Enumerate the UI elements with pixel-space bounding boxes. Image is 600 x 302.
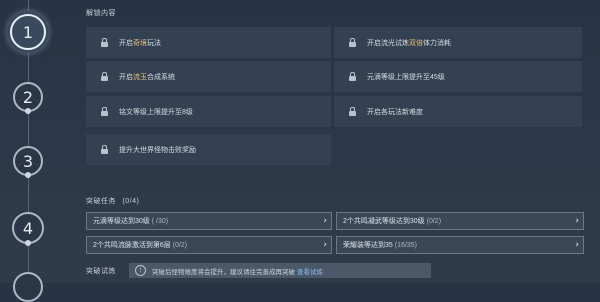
stage-number: 1 (22, 22, 34, 42)
unlock-item: 开启各玩法新难度 (334, 96, 582, 127)
lock-icon (348, 107, 357, 116)
unlock-item: 提升大世界怪物击败奖励 (86, 134, 331, 165)
stage-dot (25, 240, 31, 246)
trial-section-title: 突破试炼 (86, 268, 116, 275)
task-label: 荣耀装等达到35 (16/35) (343, 242, 417, 249)
unlock-item: 开启奇境玩法 (86, 27, 331, 58)
unlock-item: 铭文等级上限提升至8级 (86, 96, 331, 127)
unlock-text: 开启各玩法新难度 (367, 108, 423, 116)
unlock-text: 开启流玉合成系统 (119, 73, 175, 81)
lock-icon (100, 107, 109, 116)
main-panel: 解锁内容 开启奇境玩法 开启流光试炼双倍体力消耗 开启流玉合成系统 元滴等级上限… (80, 0, 600, 283)
task-item[interactable]: 荣耀装等达到35 (16/35) › (336, 236, 584, 254)
unlock-text: 开启流光试炼双倍体力消耗 (367, 39, 451, 47)
trial-hint-bar: ! 突破后怪物难度将会提升，建议请往完善成再突破 查看试炼 (129, 263, 431, 278)
info-icon: ! (135, 265, 146, 276)
stage-number: 3 (22, 151, 34, 171)
unlock-text: 提升大世界怪物击败奖励 (119, 146, 196, 154)
unlock-item: 元滴等级上限提升至45级 (334, 61, 582, 92)
unlock-text: 元滴等级上限提升至45级 (367, 73, 445, 81)
stage-node-4[interactable]: 4 (12, 212, 44, 246)
chevron-right-icon: › (323, 216, 327, 226)
chevron-right-icon: › (575, 216, 579, 226)
unlock-text: 铭文等级上限提升至8级 (119, 108, 193, 116)
task-label: 元滴等级达到30级 ( /30) (93, 218, 169, 225)
lock-icon (100, 38, 109, 47)
unlock-text: 开启奇境玩法 (119, 39, 161, 47)
lock-icon (100, 72, 109, 81)
task-item[interactable]: 元滴等级达到30级 ( /30) › (86, 212, 332, 230)
stage-node-5[interactable] (13, 272, 43, 302)
stage-number: 4 (22, 218, 34, 238)
stage-dot (25, 108, 31, 114)
lock-icon (100, 145, 109, 154)
task-label: 2个共鸣流脉激活到第6层 (0/2) (93, 242, 188, 249)
lock-icon (348, 72, 357, 81)
tasks-title: 突破任务 (86, 198, 116, 205)
progress-rail: 1 2 3 4 (0, 0, 60, 302)
task-item[interactable]: 2个共鸣流脉激活到第6层 (0/2) › (86, 236, 332, 254)
unlock-section-title: 解锁内容 (86, 10, 116, 17)
stage-node-2[interactable]: 2 (13, 82, 43, 114)
stage-dot (25, 172, 31, 178)
stage-node-3[interactable]: 3 (13, 146, 43, 178)
trial-hint-text: 突破后怪物难度将会提升，建议请往完善成再突破 (152, 268, 295, 276)
lock-icon (348, 38, 357, 47)
chevron-right-icon: › (323, 240, 327, 250)
task-label: 2个共鸣凝武等级达到30级 (0/2) (343, 218, 442, 225)
stage-node-1[interactable]: 1 (10, 14, 46, 50)
view-trial-link[interactable]: 查看试炼 (297, 266, 323, 276)
chevron-right-icon: › (575, 240, 579, 250)
stage-number: 2 (22, 87, 34, 107)
task-item[interactable]: 2个共鸣凝武等级达到30级 (0/2) › (336, 212, 584, 230)
unlock-item: 开启流玉合成系统 (86, 61, 331, 92)
tasks-section-title: 突破任务 (0/4) (86, 196, 139, 206)
tasks-count: (0/4) (122, 198, 140, 205)
unlock-item: 开启流光试炼双倍体力消耗 (334, 27, 582, 58)
